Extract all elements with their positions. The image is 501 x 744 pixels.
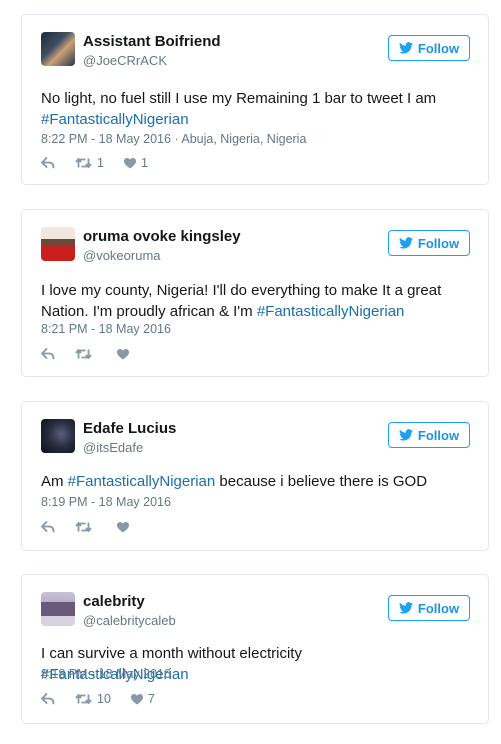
heart-icon	[117, 521, 129, 532]
retweet-button[interactable]	[75, 348, 97, 360]
reply-icon	[41, 521, 55, 533]
reply-icon	[41, 348, 55, 360]
user-handle[interactable]: @vokeoruma	[83, 248, 161, 263]
follow-button[interactable]: Follow	[388, 595, 470, 621]
like-button[interactable]	[117, 521, 134, 533]
follow-label: Follow	[417, 600, 460, 616]
follow-label: Follow	[417, 235, 460, 251]
tweet-card: Edafe Lucius @itsEdafe Follow Am #Fantas…	[21, 401, 489, 551]
follow-button[interactable]: Follow	[388, 422, 470, 448]
like-button[interactable]: 7	[130, 692, 155, 706]
retweet-icon	[75, 522, 92, 532]
heart-icon	[117, 348, 129, 359]
tweet-timestamp[interactable]: 8:19 PM - 18 May 2016	[41, 495, 171, 509]
retweet-icon	[75, 694, 92, 704]
display-name[interactable]: Edafe Lucius	[83, 420, 176, 437]
avatar[interactable]	[41, 32, 75, 66]
tweet-timestamp[interactable]: 8:21 PM - 18 May 2016	[41, 322, 171, 336]
avatar[interactable]	[41, 419, 75, 453]
tweet-text-body: No light, no fuel still I use my Remaini…	[41, 90, 437, 107]
twitter-bird-icon	[398, 602, 413, 614]
reply-button[interactable]	[41, 348, 55, 360]
tweet-text: No light, no fuel still I use my Remaini…	[41, 88, 448, 130]
like-count: 1	[140, 156, 148, 170]
retweet-button[interactable]	[75, 521, 97, 533]
reply-button[interactable]	[41, 157, 55, 169]
like-button[interactable]	[117, 348, 134, 360]
heart-icon	[130, 693, 143, 704]
tweet-text-body: Am	[41, 473, 68, 490]
reply-button[interactable]	[41, 693, 55, 705]
retweet-icon	[75, 349, 92, 359]
tweet-actions: 1 1	[41, 155, 168, 171]
heart-icon	[123, 157, 136, 168]
like-count: 7	[147, 692, 155, 706]
tweet-card: calebrity @calebritycaleb Follow I can s…	[21, 574, 489, 724]
tweet-timestamp[interactable]: 8:22 PM - 18 May 2016 · Abuja, Nigeria, …	[41, 132, 306, 146]
display-name[interactable]: calebrity	[83, 593, 145, 610]
tweet-card: Assistant Boifriend @JoeCRrACK Follow No…	[21, 14, 489, 185]
follow-label: Follow	[417, 427, 460, 443]
retweet-count: 10	[97, 692, 111, 706]
display-name[interactable]: oruma ovoke kingsley	[83, 228, 241, 245]
tweet-actions: 10 7	[41, 691, 175, 707]
tweet-timestamp[interactable]: 8:18 PM - 18 May 2016	[41, 667, 171, 681]
user-handle[interactable]: @JoeCRrACK	[83, 53, 167, 68]
follow-button[interactable]: Follow	[388, 230, 470, 256]
retweet-icon	[75, 158, 92, 168]
tweet-actions	[41, 519, 154, 535]
follow-button[interactable]: Follow	[388, 35, 470, 61]
avatar[interactable]	[41, 227, 75, 261]
tweet-card: oruma ovoke kingsley @vokeoruma Follow I…	[21, 209, 489, 377]
follow-label: Follow	[417, 40, 460, 56]
tweet-text-body: I can survive a month without electricit…	[41, 645, 302, 662]
twitter-bird-icon	[398, 42, 413, 54]
retweet-button[interactable]: 10	[75, 692, 111, 706]
like-button[interactable]: 1	[123, 156, 148, 170]
user-handle[interactable]: @itsEdafe	[83, 440, 143, 455]
hashtag-link[interactable]: #FantasticallyNigerian	[257, 303, 405, 320]
tweet-text-tail: because i believe there is GOD	[215, 473, 428, 490]
retweet-count: 1	[97, 156, 104, 170]
twitter-bird-icon	[398, 429, 413, 441]
tweet-text: I love my county, Nigeria! I'll do every…	[41, 280, 448, 322]
hashtag-link[interactable]: #FantasticallyNigerian	[41, 111, 189, 128]
reply-button[interactable]	[41, 521, 55, 533]
avatar[interactable]	[41, 592, 75, 626]
display-name[interactable]: Assistant Boifriend	[83, 33, 221, 50]
tweet-text: Am #FantasticallyNigerian because i beli…	[41, 471, 448, 492]
reply-icon	[41, 157, 55, 169]
hashtag-link[interactable]: #FantasticallyNigerian	[68, 473, 216, 490]
reply-icon	[41, 693, 55, 705]
user-handle[interactable]: @calebritycaleb	[83, 613, 176, 628]
tweet-actions	[41, 346, 154, 362]
twitter-bird-icon	[398, 237, 413, 249]
retweet-button[interactable]: 1	[75, 156, 104, 170]
